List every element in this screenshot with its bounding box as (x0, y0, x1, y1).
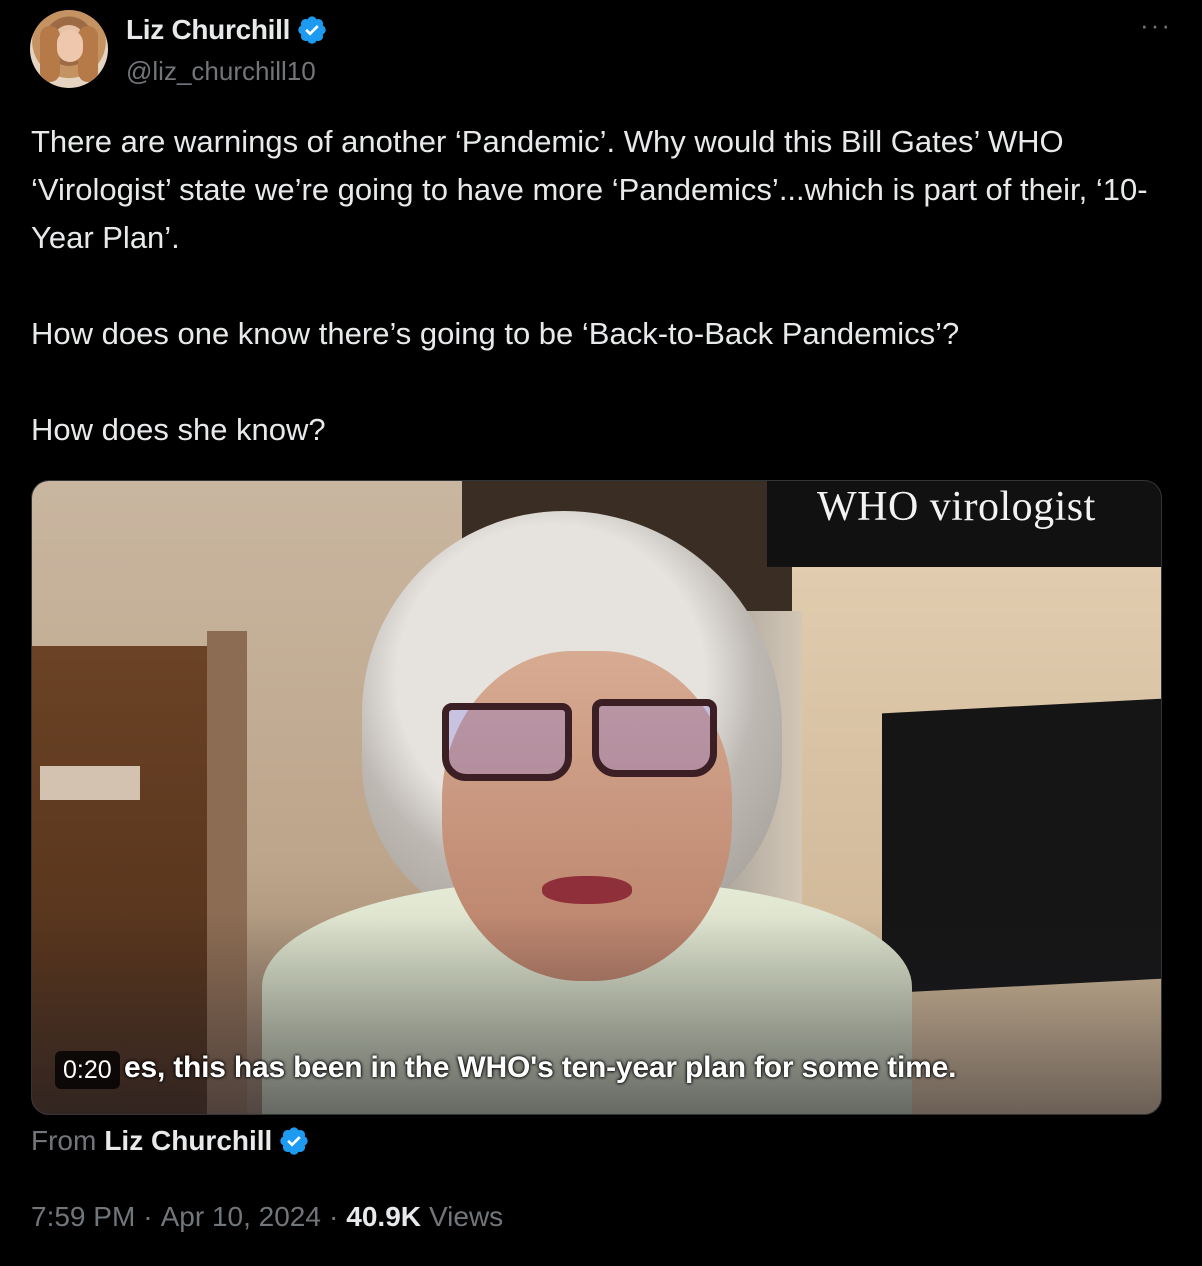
ellipsis-icon[interactable]: ··· (1140, 12, 1172, 38)
meta-separator: · (143, 1201, 153, 1232)
video-timestamp: 0:20 (55, 1051, 120, 1089)
tweet-paragraph: How does one know there’s going to be ‘B… (31, 316, 960, 351)
tweet-paragraph: There are warnings of another ‘Pandemic’… (31, 124, 1148, 255)
avatar-face (57, 30, 83, 62)
views-count: 40.9K (346, 1201, 421, 1232)
tweet-text: There are warnings of another ‘Pandemic’… (31, 118, 1171, 454)
video-player[interactable]: WHO virologist es, this has been in the … (31, 480, 1162, 1115)
source-attribution: From Liz Churchill (31, 1125, 310, 1157)
views-label: Views (429, 1201, 504, 1232)
tweet-time[interactable]: 7:59 PM (31, 1201, 135, 1233)
scene-door-sign (40, 766, 140, 800)
author-name-row[interactable]: Liz Churchill (126, 14, 328, 46)
tweet-date[interactable]: Apr 10, 2024 (161, 1201, 321, 1233)
video-overlay-label: WHO virologist (817, 484, 1096, 530)
person-glasses-left (442, 703, 572, 781)
avatar[interactable] (30, 10, 108, 88)
tweet-header: Liz Churchill @liz_churchill10 ··· (30, 10, 1172, 94)
verified-badge-icon (280, 1127, 308, 1155)
verified-badge-icon (298, 16, 326, 44)
author-handle[interactable]: @liz_churchill10 (126, 56, 316, 87)
person-glasses-right (592, 699, 717, 777)
source-name-link[interactable]: Liz Churchill (104, 1125, 272, 1157)
video-caption: es, this has been in the WHO's ten-year … (124, 1051, 957, 1084)
source-prefix: From (31, 1125, 97, 1156)
meta-separator: · (328, 1201, 339, 1232)
video-frame: WHO virologist (32, 481, 1161, 1114)
person-mouth (542, 876, 632, 904)
tweet-meta: 7:59 PM · Apr 10, 2024 · 40.9K Views (31, 1201, 503, 1233)
tweet-paragraph: How does she know? (31, 412, 326, 447)
author-display-name[interactable]: Liz Churchill (126, 14, 290, 46)
